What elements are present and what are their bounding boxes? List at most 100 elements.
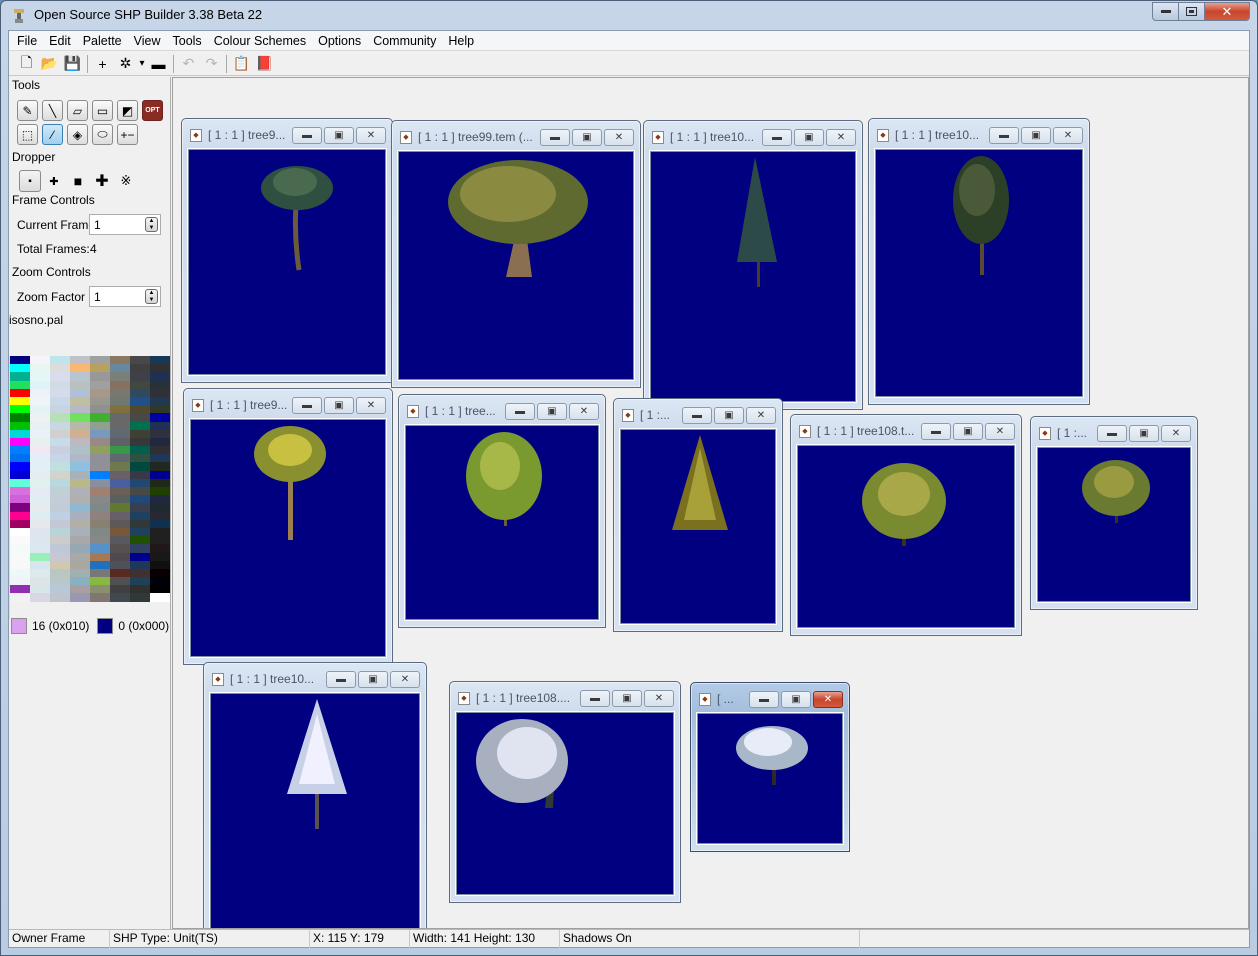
palette-color[interactable] (110, 413, 130, 422)
palette-color[interactable] (130, 405, 150, 414)
palette-color[interactable] (30, 593, 50, 602)
palette-color[interactable] (10, 585, 30, 594)
palette-color[interactable] (130, 503, 150, 512)
palette-color[interactable] (150, 429, 170, 438)
palette-color[interactable] (10, 446, 30, 455)
palette-color[interactable] (30, 470, 50, 479)
palette-color[interactable] (70, 356, 90, 365)
palette-color[interactable] (150, 585, 170, 594)
palette-color[interactable] (50, 413, 70, 422)
shp-child-window[interactable]: ◆ [ 1 : 1 ] tree9... ▬ ▣ ✕ (183, 388, 393, 665)
palette-color[interactable] (70, 552, 90, 561)
palette-color[interactable] (90, 585, 110, 594)
palette-color[interactable] (130, 593, 150, 602)
palette-color[interactable] (130, 544, 150, 553)
palette-color[interactable] (150, 388, 170, 397)
palette-color[interactable] (70, 487, 90, 496)
palette-color[interactable] (130, 585, 150, 594)
child-minimize-button[interactable]: ▬ (292, 127, 322, 144)
child-close-button[interactable]: ✕ (826, 129, 856, 146)
shp-child-window[interactable]: ◆ [ 1 : 1 ] tree10... ▬ ▣ ✕ (203, 662, 427, 928)
palette-color[interactable] (50, 364, 70, 373)
palette-color[interactable] (150, 503, 170, 512)
undo-button[interactable]: ↶ (177, 53, 200, 75)
palette-color[interactable] (150, 560, 170, 569)
palette-color[interactable] (150, 421, 170, 430)
palette-color[interactable] (150, 577, 170, 586)
shp-canvas[interactable] (650, 151, 856, 402)
palette-color[interactable] (70, 380, 90, 389)
palette-color[interactable] (70, 536, 90, 545)
palette-color[interactable] (90, 511, 110, 520)
palette-color[interactable] (50, 544, 70, 553)
palette-color[interactable] (90, 503, 110, 512)
palette-color[interactable] (70, 495, 90, 504)
menu-community[interactable]: Community (367, 31, 442, 51)
palette-color[interactable] (110, 446, 130, 455)
palette-color[interactable] (110, 560, 130, 569)
child-close-button[interactable]: ✕ (569, 403, 599, 420)
child-title-bar[interactable]: ◆ [ 1 : 1 ] tree10... ▬ ▣ ✕ (210, 671, 420, 689)
palette-color[interactable] (150, 437, 170, 447)
menu-view[interactable]: View (128, 31, 167, 51)
palette-color[interactable] (50, 380, 70, 389)
palette-color[interactable] (10, 552, 30, 561)
palette-color[interactable] (30, 503, 50, 512)
palette-color[interactable] (70, 372, 90, 381)
palette-color[interactable] (10, 503, 30, 512)
palette-color[interactable] (10, 593, 30, 602)
rectangle-tool-button[interactable]: ▭ (92, 100, 113, 121)
palette-color[interactable] (150, 552, 170, 561)
palette-color[interactable] (90, 552, 110, 561)
palette-color[interactable] (150, 405, 170, 414)
palette-color[interactable] (70, 511, 90, 520)
child-title-bar[interactable]: ◆ [ 1 : 1 ] tree99.tem (... ▬ ▣ ✕ (398, 129, 634, 147)
child-maximize-button[interactable]: ▣ (781, 691, 811, 708)
palette-color[interactable] (130, 429, 150, 438)
palette-color[interactable] (90, 388, 110, 397)
palette-color[interactable] (50, 437, 70, 447)
palette-color[interactable] (90, 421, 110, 430)
maximize-button[interactable] (1179, 2, 1205, 21)
shp-child-window[interactable]: ◆ [ ... ▬ ▣ ✕ (690, 682, 850, 852)
shp-canvas[interactable] (190, 419, 386, 657)
brush-spray-button[interactable]: ※ (115, 170, 137, 192)
fill-tool-button[interactable]: ◈ (67, 124, 88, 145)
shp-canvas[interactable] (456, 712, 674, 895)
palette-color[interactable] (10, 405, 30, 414)
palette-color[interactable] (70, 405, 90, 414)
palette-color[interactable] (10, 413, 30, 422)
child-minimize-button[interactable]: ▬ (326, 671, 356, 688)
preview-button[interactable]: ✲ (114, 53, 137, 75)
menu-colour-schemes[interactable]: Colour Schemes (208, 31, 312, 51)
palette-color[interactable] (50, 511, 70, 520)
palette-color[interactable] (150, 364, 170, 373)
palette-color[interactable] (130, 462, 150, 471)
zoom-factor-spinner[interactable]: 1 ▲ ▼ (89, 286, 161, 307)
palette-color[interactable] (10, 396, 30, 406)
palette-color[interactable] (110, 511, 130, 520)
palette-color[interactable] (110, 519, 130, 528)
child-close-button[interactable]: ✕ (746, 407, 776, 424)
palette-color[interactable] (110, 470, 130, 479)
opt-tool-button[interactable]: OPT (142, 100, 163, 121)
palette-color[interactable] (50, 429, 70, 438)
palette-color[interactable] (70, 593, 90, 602)
sequence-button[interactable]: ▬ (147, 53, 170, 75)
palette-color[interactable] (30, 446, 50, 455)
palette-color[interactable] (30, 560, 50, 569)
palette-color[interactable] (70, 503, 90, 512)
spin-arrows-icon[interactable]: ▲ ▼ (145, 289, 158, 304)
palette-color[interactable] (10, 364, 30, 373)
palette-color[interactable] (30, 511, 50, 520)
child-title-bar[interactable]: ◆ [ 1 : 1 ] tree108.... ▬ ▣ ✕ (456, 690, 674, 708)
palette-color[interactable] (70, 585, 90, 594)
palette-color[interactable] (130, 372, 150, 381)
palette-color[interactable] (30, 544, 50, 553)
child-title-bar[interactable]: ◆ [ 1 : 1 ] tree10... ▬ ▣ ✕ (875, 127, 1083, 145)
palette-color[interactable] (150, 413, 170, 422)
palette-color[interactable] (70, 413, 90, 422)
palette-color[interactable] (50, 519, 70, 528)
palette-color[interactable] (10, 462, 30, 471)
palette-color[interactable] (70, 364, 90, 373)
